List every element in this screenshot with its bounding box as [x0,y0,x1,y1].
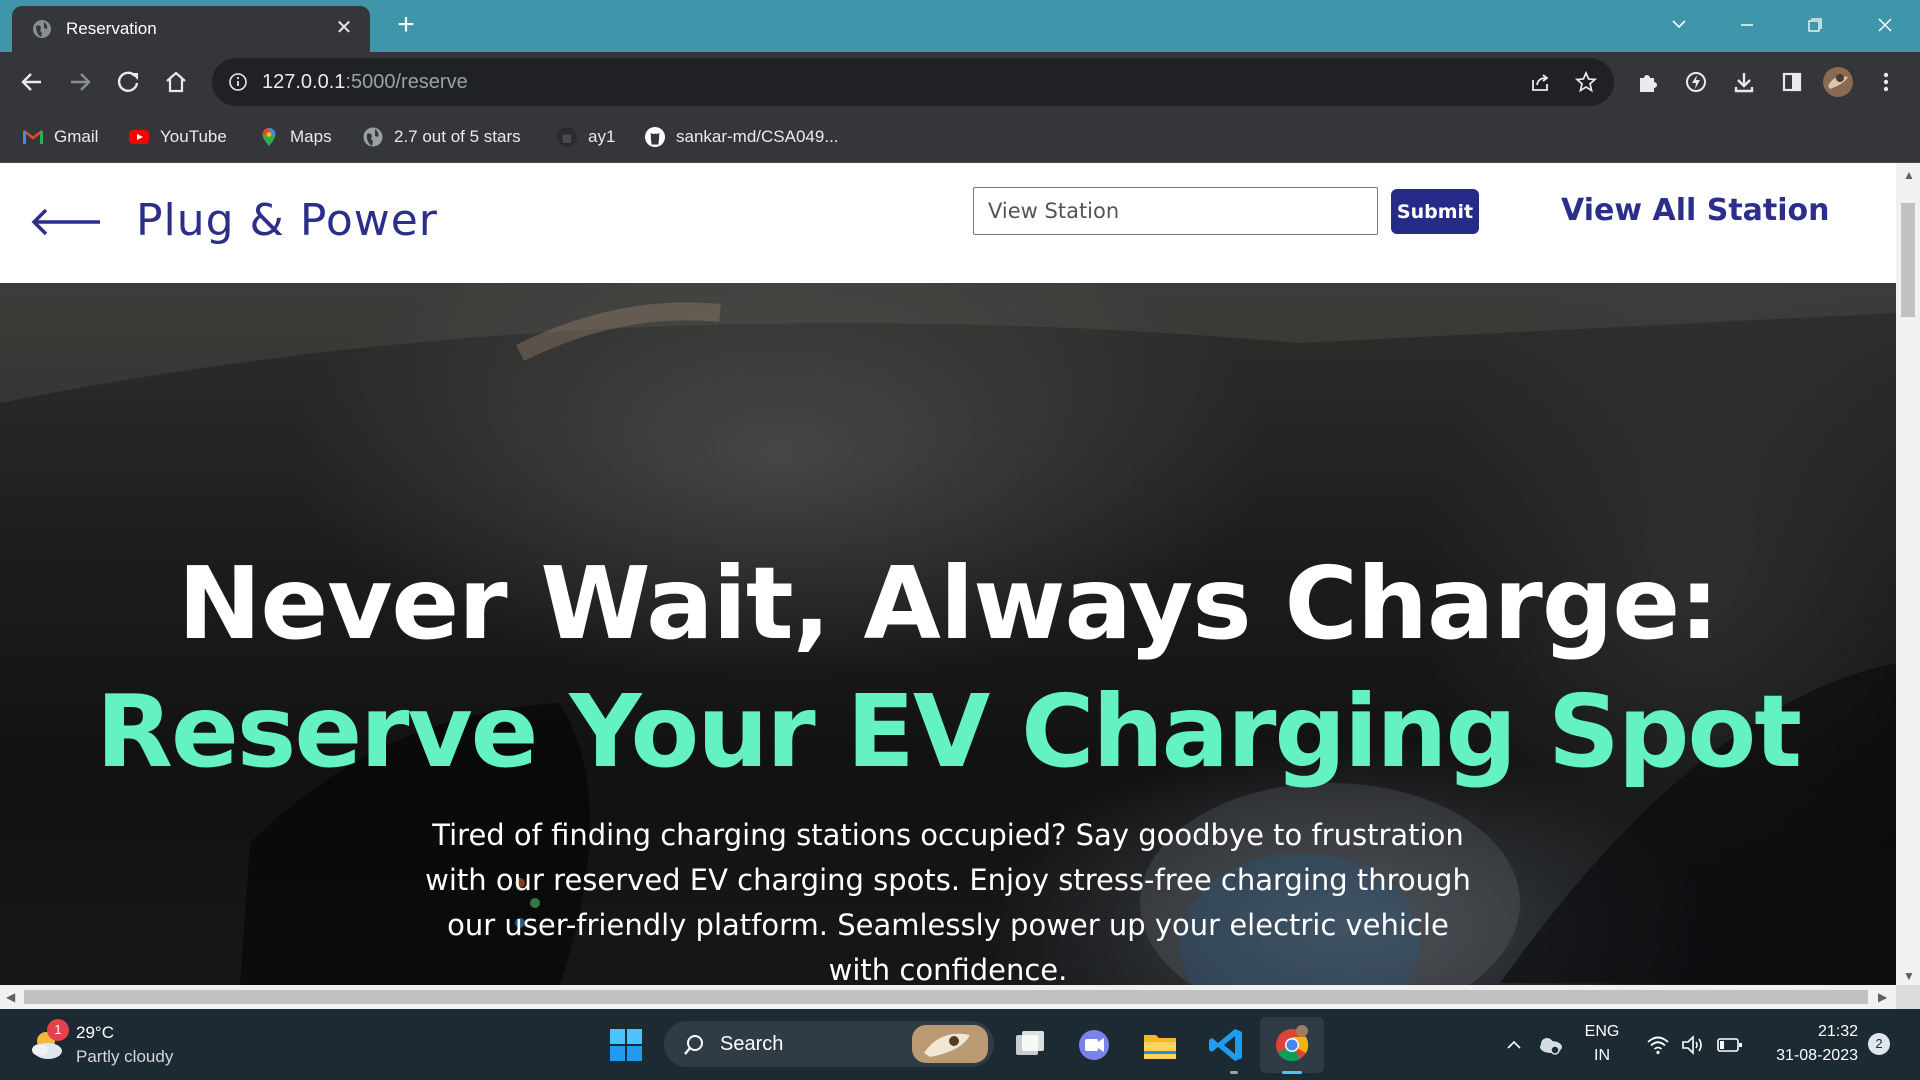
clock-date[interactable]: 31-08-2023 [1744,1047,1858,1065]
windows-start-icon[interactable] [602,1021,650,1069]
teams-chat-icon[interactable] [1070,1021,1118,1069]
gmail-icon [23,130,43,144]
scroll-down-icon[interactable]: ▼ [1903,969,1915,983]
youtube-icon [129,130,149,144]
horizontal-scroll-thumb[interactable] [24,990,1868,1004]
bookmark-stars[interactable]: 2.7 out of 5 stars [362,122,521,152]
github-icon [557,127,577,147]
github-icon [645,127,665,147]
search-icon [684,1035,703,1055]
windows-taskbar: 1 29°C Partly cloudy Search ENG IN 21:32… [0,1009,1920,1080]
side-panel-icon[interactable] [1774,64,1810,100]
notification-badge[interactable]: 2 [1868,1033,1890,1055]
bookmark-label: Maps [290,127,332,146]
close-window-icon[interactable] [1862,8,1908,42]
tab-title: Reservation [66,19,157,38]
bookmark-github-repo[interactable]: sankar-md/CSA049... [644,122,839,152]
minimize-icon[interactable] [1724,8,1770,42]
menu-kebab-icon[interactable] [1868,64,1904,100]
hero-subheadline: Reserve Your EV Charging Spot [95,673,1802,790]
extensions-icon[interactable] [1630,64,1666,100]
battery-icon[interactable] [1716,1035,1744,1055]
scroll-right-icon[interactable]: ▶ [1878,990,1887,1004]
hero-headline: Never Wait, Always Charge: [177,545,1720,662]
home-icon[interactable] [158,64,194,100]
scrollbar-corner [1896,985,1920,1009]
address-bar[interactable]: 127.0.0.1:5000/reserve [212,58,1614,106]
vertical-scrollbar[interactable]: ▲ ▼ [1896,163,1920,985]
weather-badge: 1 [47,1019,69,1041]
site-header: Plug & Power Submit View All Station [0,163,1896,283]
url-text: 127.0.0.1:5000/reserve [262,71,468,94]
bookmark-label: YouTube [160,127,227,146]
bookmarks-bar: Gmail YouTube Maps 2.7 out of 5 stars ay… [0,112,1920,163]
task-view-icon[interactable] [1006,1021,1054,1069]
globe-icon [363,127,383,147]
performance-icon[interactable] [1678,64,1714,100]
hero-section: Never Wait, Always Charge: Reserve Your … [0,283,1896,985]
close-tab-icon[interactable]: ✕ [332,16,356,40]
bookmark-label: 2.7 out of 5 stars [394,127,521,146]
browser-toolbar: 127.0.0.1:5000/reserve [0,52,1920,112]
hero-description: Tired of finding charging stations occup… [425,818,1471,985]
vscode-icon[interactable] [1202,1021,1250,1069]
file-explorer-icon[interactable] [1136,1021,1184,1069]
wifi-icon[interactable] [1646,1033,1670,1057]
browser-titlebar: Reservation ✕ + [0,0,1920,52]
view-all-station-link[interactable]: View All Station [1561,193,1830,228]
bookmark-label: Gmail [54,127,99,146]
share-icon[interactable] [1528,70,1552,94]
volume-icon[interactable] [1680,1033,1706,1057]
browser-tab-active[interactable]: Reservation ✕ [12,6,370,52]
bookmark-maps[interactable]: Maps [258,122,332,152]
bookmark-star-icon[interactable] [1574,70,1598,94]
language-code[interactable]: ENG [1580,1023,1624,1041]
chevron-up-icon[interactable] [1504,1035,1524,1055]
url-host: 127.0.0.1 [262,71,346,93]
chrome-active-indicator [1282,1071,1302,1074]
reload-icon[interactable] [110,64,146,100]
search-highlight-icon [912,1025,988,1063]
search-label: Search [720,1033,784,1055]
onedrive-icon[interactable] [1536,1033,1564,1057]
weather-temp[interactable]: 29°C [76,1023,114,1043]
scroll-up-icon[interactable]: ▲ [1903,168,1915,182]
page-viewport: Plug & Power Submit View All Station Nev… [0,163,1896,985]
bookmark-label: sankar-md/CSA049... [676,127,839,146]
back-arrow-icon[interactable] [30,205,102,239]
bookmark-ay1[interactable]: ay1 [556,122,615,152]
vertical-scroll-thumb[interactable] [1901,203,1915,317]
language-region[interactable]: IN [1580,1047,1624,1065]
horizontal-scrollbar[interactable]: ◀ ▶ [0,985,1896,1009]
bookmark-youtube[interactable]: YouTube [128,122,227,152]
bookmark-label: ay1 [588,127,616,146]
profile-avatar-icon[interactable] [1820,64,1856,100]
download-icon[interactable] [1726,64,1762,100]
weather-desc[interactable]: Partly cloudy [76,1047,173,1067]
chrome-icon[interactable] [1268,1021,1316,1069]
vscode-running-indicator [1230,1071,1238,1074]
view-station-input[interactable] [973,187,1378,235]
forward-icon[interactable] [62,64,98,100]
restore-icon[interactable] [1792,8,1838,42]
clock-time[interactable]: 21:32 [1758,1023,1858,1041]
maps-icon [262,128,276,146]
url-path: :5000/reserve [345,71,468,93]
tab-search-icon[interactable] [1656,8,1702,42]
submit-button[interactable]: Submit [1391,189,1479,234]
taskbar-search[interactable]: Search [664,1021,994,1067]
globe-icon [33,20,51,38]
back-icon[interactable] [14,64,50,100]
new-tab-button[interactable]: + [392,10,420,40]
bookmark-gmail[interactable]: Gmail [22,122,98,152]
scroll-left-icon[interactable]: ◀ [6,990,15,1004]
site-info-icon[interactable] [228,72,248,92]
brand-title[interactable]: Plug & Power [136,195,438,246]
